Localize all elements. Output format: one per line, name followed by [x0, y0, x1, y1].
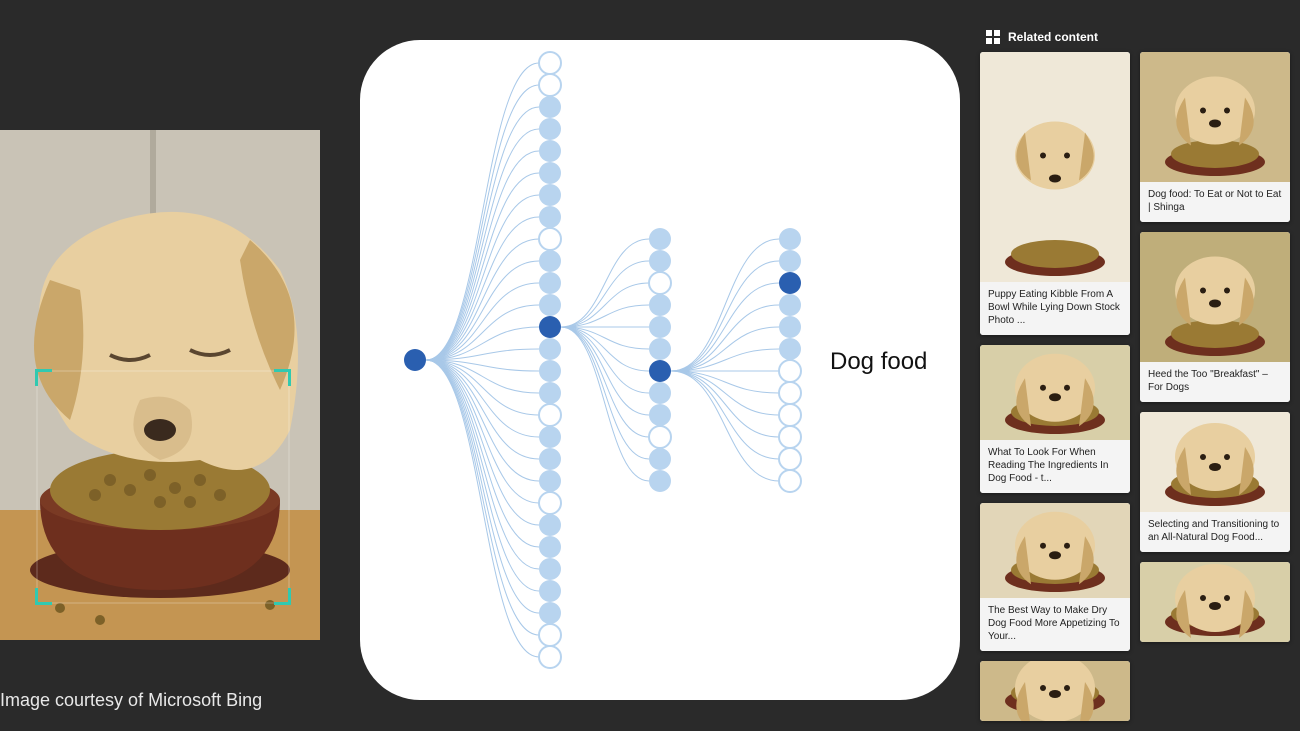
- nn-node: [539, 118, 561, 140]
- nn-node: [539, 536, 561, 558]
- related-caption: Selecting and Transitioning to an All-Na…: [1140, 512, 1290, 552]
- nn-node: [539, 624, 561, 646]
- nn-node: [539, 272, 561, 294]
- nn-node: [539, 404, 561, 426]
- attribution-text: Image courtesy of Microsoft Bing: [0, 690, 262, 711]
- nn-node: [539, 514, 561, 536]
- related-card[interactable]: Selecting and Transitioning to an All-Na…: [1140, 412, 1290, 552]
- related-panel: Related content Puppy Eating Kibble From…: [980, 30, 1290, 721]
- related-thumb: [1140, 562, 1290, 642]
- nn-node: [779, 404, 801, 426]
- nn-node: [539, 448, 561, 470]
- related-thumb: [980, 52, 1130, 282]
- related-thumb: [1140, 412, 1290, 512]
- nn-node: [539, 250, 561, 272]
- related-thumb: [980, 345, 1130, 440]
- nn-node: [539, 52, 561, 74]
- crop-handle-bl[interactable]: [35, 588, 52, 605]
- related-card[interactable]: Puppy Eating Kibble From A Bowl While Ly…: [980, 52, 1130, 335]
- nn-node: [779, 360, 801, 382]
- related-thumb: [980, 661, 1130, 721]
- source-image: [0, 130, 320, 640]
- nn-node: [539, 426, 561, 448]
- nn-node: [649, 360, 671, 382]
- output-label: Dog food: [830, 348, 927, 376]
- nn-node: [539, 74, 561, 96]
- nn-node: [539, 492, 561, 514]
- related-card[interactable]: Dog food: To Eat or Not to Eat | Shinga: [1140, 52, 1290, 222]
- classification-diagram: Dog food: [360, 40, 960, 700]
- crop-region[interactable]: [36, 370, 290, 604]
- nn-node: [779, 448, 801, 470]
- nn-node: [539, 602, 561, 624]
- nn-node: [539, 206, 561, 228]
- nn-node: [404, 349, 426, 371]
- related-caption: What To Look For When Reading The Ingred…: [980, 440, 1130, 493]
- related-card[interactable]: Heed the Too "Breakfast" – For Dogs: [1140, 232, 1290, 402]
- nn-node: [779, 338, 801, 360]
- nn-node: [649, 470, 671, 492]
- nn-node: [649, 448, 671, 470]
- nn-node: [779, 228, 801, 250]
- related-thumb: [1140, 52, 1290, 182]
- nn-node: [539, 580, 561, 602]
- nn-node: [539, 294, 561, 316]
- nn-node: [779, 294, 801, 316]
- related-card[interactable]: What To Look For When Reading The Ingred…: [980, 345, 1130, 493]
- nn-node: [539, 646, 561, 668]
- related-thumb: [980, 503, 1130, 598]
- grid-icon: [986, 30, 1000, 44]
- nn-node: [539, 140, 561, 162]
- nn-node: [539, 360, 561, 382]
- crop-handle-tr[interactable]: [274, 369, 291, 386]
- nn-node: [539, 382, 561, 404]
- related-card[interactable]: The Best Way to Make Dry Dog Food More A…: [980, 503, 1130, 651]
- nn-node: [649, 338, 671, 360]
- nn-node: [779, 316, 801, 338]
- related-thumb: [1140, 232, 1290, 362]
- nn-node: [649, 294, 671, 316]
- nn-node: [649, 426, 671, 448]
- crop-handle-tl[interactable]: [35, 369, 52, 386]
- nn-node: [779, 470, 801, 492]
- nn-node: [649, 272, 671, 294]
- nn-node: [779, 250, 801, 272]
- nn-node: [649, 228, 671, 250]
- related-header: Related content: [986, 30, 1290, 44]
- nn-node: [779, 382, 801, 404]
- nn-node: [779, 272, 801, 294]
- crop-handle-br[interactable]: [274, 588, 291, 605]
- nn-node: [649, 316, 671, 338]
- related-caption: Heed the Too "Breakfast" – For Dogs: [1140, 362, 1290, 402]
- nn-node: [649, 382, 671, 404]
- nn-node: [649, 250, 671, 272]
- nn-node: [539, 184, 561, 206]
- nn-node: [779, 426, 801, 448]
- nn-node: [539, 228, 561, 250]
- nn-node: [539, 558, 561, 580]
- nn-node: [539, 470, 561, 492]
- related-caption: Puppy Eating Kibble From A Bowl While Ly…: [980, 282, 1130, 335]
- nn-node: [649, 404, 671, 426]
- related-card[interactable]: [1140, 562, 1290, 642]
- nn-node: [539, 162, 561, 184]
- nn-node: [539, 96, 561, 118]
- related-header-label: Related content: [1008, 30, 1098, 44]
- nn-node: [539, 338, 561, 360]
- related-caption: The Best Way to Make Dry Dog Food More A…: [980, 598, 1130, 651]
- nn-node: [539, 316, 561, 338]
- related-caption: Dog food: To Eat or Not to Eat | Shinga: [1140, 182, 1290, 222]
- related-card[interactable]: [980, 661, 1130, 721]
